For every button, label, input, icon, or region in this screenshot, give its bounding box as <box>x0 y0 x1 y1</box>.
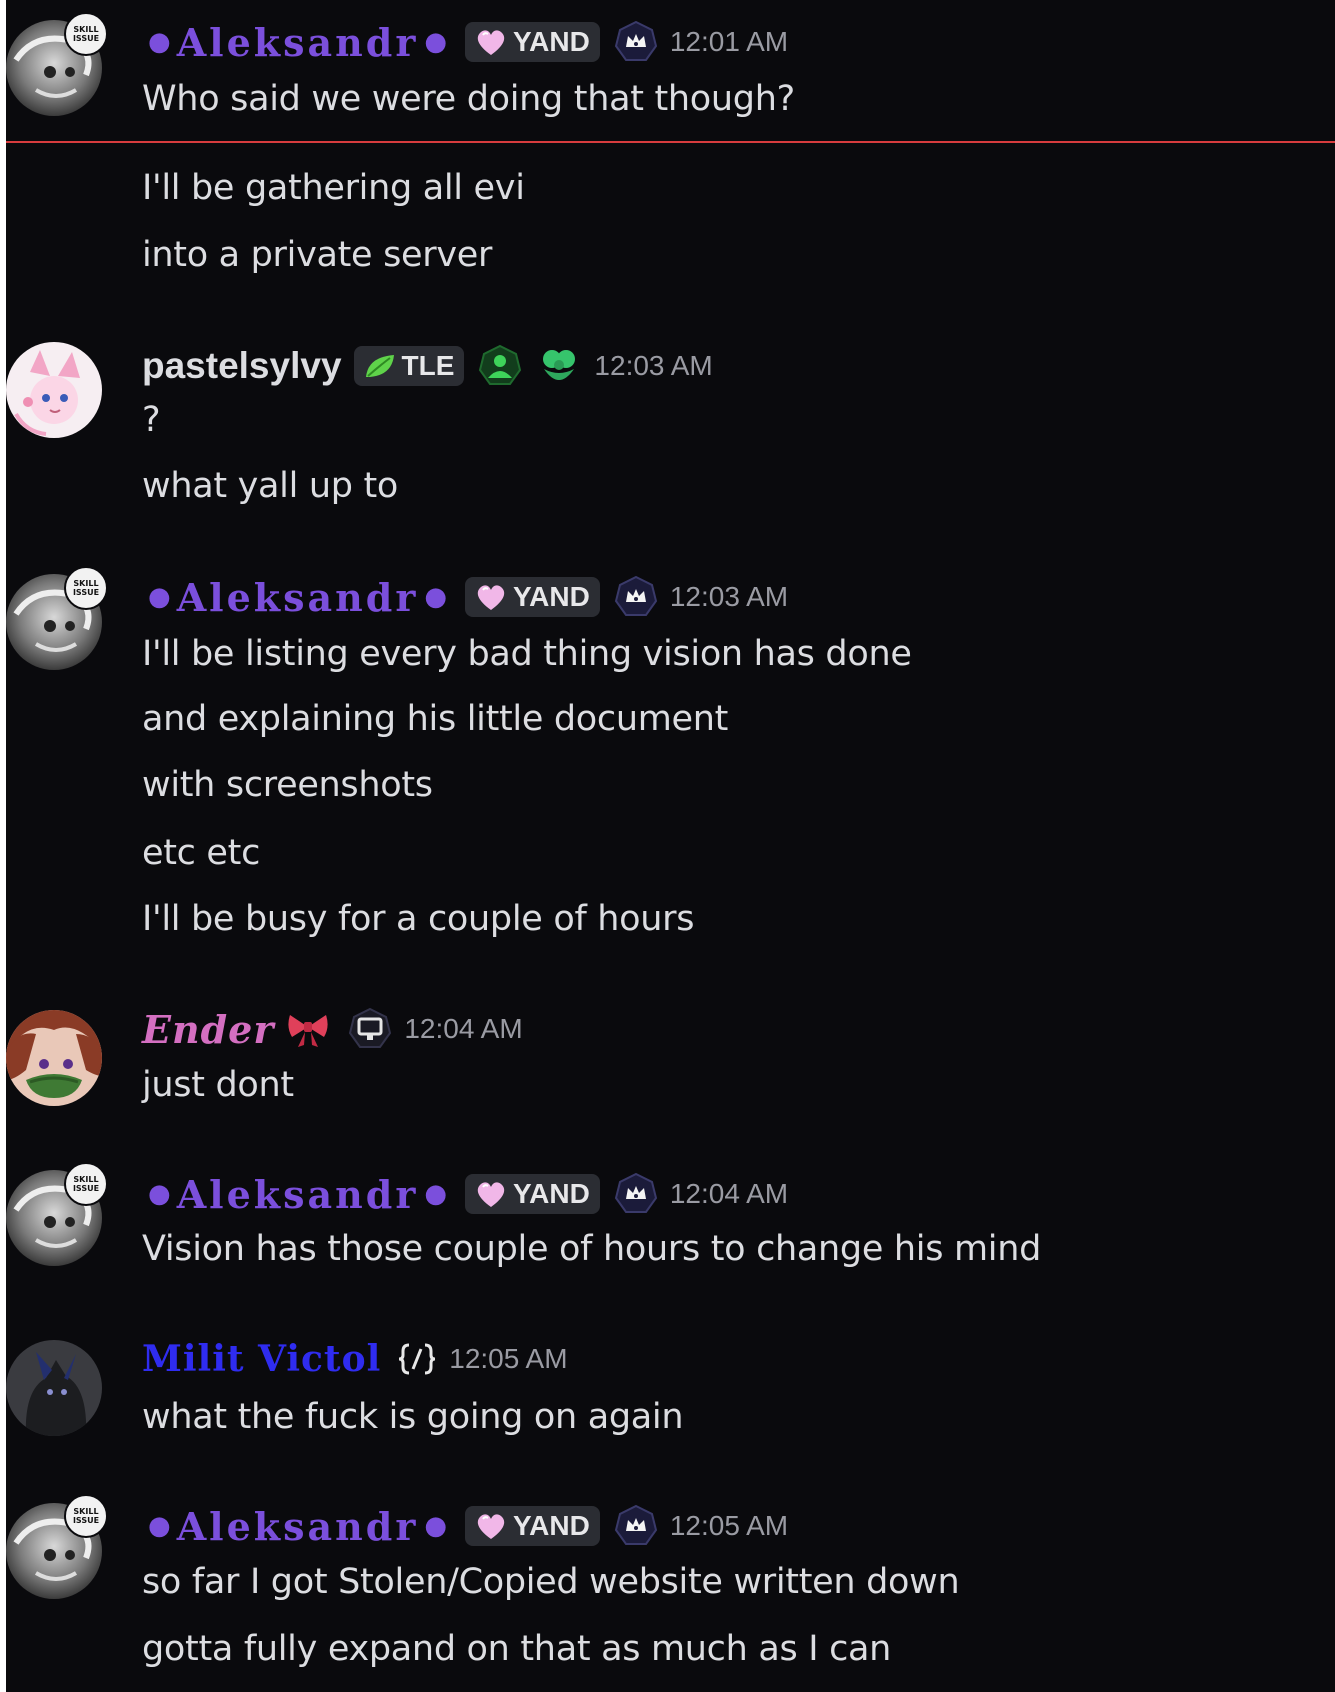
message-text: ? <box>142 400 161 440</box>
dot-decoration: ● <box>148 1179 171 1209</box>
dot-decoration: ● <box>148 1511 171 1541</box>
timestamp[interactable]: 12:01 AM <box>670 26 788 58</box>
server-tag[interactable]: YAND <box>465 1174 600 1214</box>
username[interactable]: Aleksandr <box>177 575 419 620</box>
timestamp[interactable]: 12:05 AM <box>449 1343 567 1375</box>
message-text: just dont <box>142 1065 294 1105</box>
dot-decoration: ● <box>424 1511 448 1541</box>
message-text: gotta fully expand on that as much as I … <box>142 1629 892 1669</box>
heart-icon <box>477 1182 505 1207</box>
heart-icon <box>477 30 505 55</box>
server-tag[interactable]: YAND <box>465 22 600 62</box>
dot-decoration: ● <box>148 582 171 612</box>
server-tag-label: YAND <box>513 1510 590 1541</box>
username[interactable]: Ender <box>142 1007 274 1052</box>
crown-shield-icon[interactable] <box>614 1172 658 1216</box>
skill-issue-badge: SKILL ISSUE <box>64 12 108 56</box>
crown-shield-icon[interactable] <box>614 20 658 64</box>
dot-decoration: ● <box>148 27 171 57</box>
crown-shield-icon[interactable] <box>614 575 658 619</box>
code-brackets-icon[interactable] <box>397 1339 437 1379</box>
message-text: Who said we were doing that though? <box>142 79 795 119</box>
server-tag[interactable]: YAND <box>465 1506 600 1546</box>
message-header: ● Aleksandr ● YAND 12:03 AM <box>142 572 788 622</box>
server-tag[interactable]: YAND <box>465 577 600 617</box>
flower-icon[interactable] <box>536 343 582 389</box>
server-tag-label: YAND <box>513 26 590 57</box>
chat-message-list: SKILL ISSUE ● Aleksandr ● YAND 12:01 AM … <box>6 0 1335 1692</box>
dot-decoration: ● <box>424 27 448 57</box>
server-tag-label: TLE <box>401 350 455 381</box>
timestamp[interactable]: 12:03 AM <box>594 350 712 382</box>
heart-icon <box>477 585 505 610</box>
skill-issue-badge: SKILL ISSUE <box>64 1162 108 1206</box>
message-text: with screenshots <box>142 765 433 805</box>
message-header: ● Aleksandr ● YAND 12:04 AM <box>142 1169 788 1219</box>
timestamp[interactable]: 12:05 AM <box>670 1510 788 1542</box>
message-header: Milit Victol 12:05 AM <box>142 1334 568 1384</box>
leaf-icon <box>365 355 394 377</box>
message-header: pastelsylvy TLE 12:03 AM <box>142 341 713 391</box>
dot-decoration: ● <box>424 1179 448 1209</box>
timestamp[interactable]: 12:04 AM <box>670 1178 788 1210</box>
message-text: what the fuck is going on again <box>142 1397 684 1437</box>
timestamp[interactable]: 12:04 AM <box>404 1013 522 1045</box>
message-header: ● Aleksandr ● YAND 12:05 AM <box>142 1501 788 1551</box>
message-header: Ender 12:04 AM <box>142 1004 523 1054</box>
message-text: I'll be gathering all evi <box>142 168 525 208</box>
message-text: etc etc <box>142 833 261 873</box>
skill-issue-badge: SKILL ISSUE <box>64 1494 108 1538</box>
username[interactable]: Milit Victol <box>142 1338 381 1380</box>
skill-issue-badge: SKILL ISSUE <box>64 566 108 610</box>
message-text: I'll be busy for a couple of hours <box>142 899 695 939</box>
avatar[interactable] <box>6 1010 102 1106</box>
username[interactable]: Aleksandr <box>177 1504 419 1549</box>
person-icon[interactable] <box>478 344 522 388</box>
new-messages-divider <box>6 141 1335 143</box>
username[interactable]: Aleksandr <box>177 20 419 65</box>
bow-icon <box>286 1009 330 1049</box>
message-text: what yall up to <box>142 466 399 506</box>
username[interactable]: Aleksandr <box>177 1172 419 1217</box>
message-text: so far I got Stolen/Copied website writt… <box>142 1562 960 1602</box>
monitor-icon[interactable] <box>348 1007 392 1051</box>
avatar[interactable] <box>6 1340 102 1436</box>
message-text: into a private server <box>142 235 493 275</box>
message-text: and explaining his little document <box>142 699 729 739</box>
avatar[interactable] <box>6 342 102 438</box>
heart-icon <box>477 1514 505 1539</box>
server-tag[interactable]: TLE <box>353 346 465 386</box>
server-tag-label: YAND <box>513 581 590 612</box>
dot-decoration: ● <box>424 582 448 612</box>
crown-shield-icon[interactable] <box>614 1504 658 1548</box>
message-header: ● Aleksandr ● YAND 12:01 AM <box>142 17 788 67</box>
message-text: Vision has those couple of hours to chan… <box>142 1229 1041 1269</box>
message-text: I'll be listing every bad thing vision h… <box>142 634 912 674</box>
timestamp[interactable]: 12:03 AM <box>670 581 788 613</box>
server-tag-label: YAND <box>513 1178 590 1209</box>
username[interactable]: pastelsylvy <box>142 345 342 387</box>
